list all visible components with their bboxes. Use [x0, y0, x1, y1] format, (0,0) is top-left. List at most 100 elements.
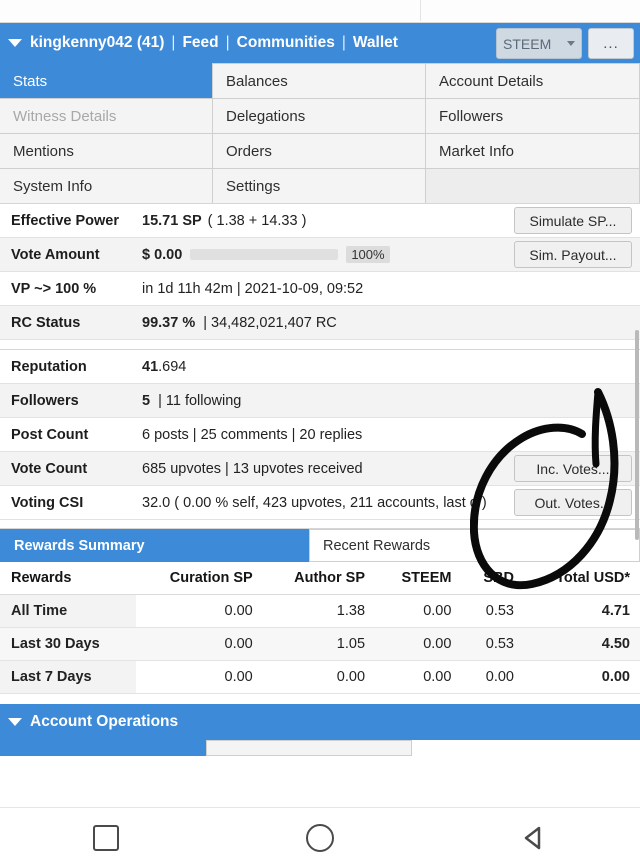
row-effective-power: Effective Power 15.71 SP ( 1.38 + 14.33 … [0, 204, 640, 238]
header-separator-2: | [225, 34, 230, 51]
cell-steem: 0.00 [375, 594, 462, 628]
col-curation-sp: Curation SP [135, 562, 263, 595]
rewards-tabs: Rewards Summary Recent Rewards [0, 528, 640, 562]
rewards-table-head: Rewards Curation SP Author SP STEEM SBD … [0, 562, 640, 595]
row-label: RC Status [11, 314, 81, 331]
tab-stats[interactable]: Stats [0, 63, 213, 99]
row-value: 6 posts | 25 comments | 20 replies [142, 426, 363, 443]
simulate-sp-button[interactable]: Simulate SP... [514, 207, 632, 234]
cell-sbd: 0.00 [461, 660, 524, 694]
cell-curation: 0.00 [135, 594, 263, 628]
incoming-votes-button[interactable]: Inc. Votes... [514, 455, 632, 482]
row-label: Vote Amount [11, 246, 100, 263]
chevron-down-icon [567, 41, 575, 46]
tab-delegations[interactable]: Delegations [212, 98, 426, 134]
cell-steem: 0.00 [375, 660, 462, 694]
tab-account-details[interactable]: Account Details [425, 63, 640, 99]
tab-orders[interactable]: Orders [212, 133, 426, 169]
cell-sbd: 0.53 [461, 627, 524, 661]
reputation-int: 41 [142, 358, 159, 375]
row-value: 41 .694 [142, 359, 640, 375]
table-header-row: Rewards Curation SP Author SP STEEM SBD … [0, 562, 640, 595]
row-label: VP ~> 100 % [11, 280, 97, 297]
tab-followers[interactable]: Followers [425, 98, 640, 134]
tab-mentions[interactable]: Mentions [0, 133, 213, 169]
row-rc-status: RC Status 99.37 % | 34,482,021,407 RC [0, 306, 640, 340]
tab-grid: Stats Balances Account Details Witness D… [0, 63, 640, 204]
account-operations-partial-row [0, 740, 640, 756]
col-steem: STEEM [375, 562, 462, 595]
triangle-back-icon[interactable] [521, 825, 547, 851]
rc-amount: | 34,482,021,407 RC [203, 314, 337, 331]
row-vote-amount: Vote Amount $ 0.00 100% Sim. Payout... [0, 238, 640, 272]
stats-content: Effective Power 15.71 SP ( 1.38 + 14.33 … [0, 203, 640, 756]
row-voting-power: VP ~> 100 % in 1d 11h 42m | 2021-10-09, … [0, 272, 640, 306]
vertical-scrollbar[interactable] [635, 330, 639, 540]
header-separator-1: | [171, 34, 176, 51]
table-row: Last 30 Days 0.00 1.05 0.00 0.53 4.50 [0, 627, 640, 661]
row-label: Followers [11, 392, 79, 409]
sim-payout-button[interactable]: Sim. Payout... [514, 241, 632, 268]
account-operations-title: Account Operations [30, 713, 179, 730]
header-separator-3: | [341, 34, 346, 51]
row-post-count: Post Count 6 posts | 25 comments | 20 re… [0, 418, 640, 452]
reputation-frac: .694 [158, 358, 187, 375]
row-value: in 1d 11h 42m | 2021-10-09, 09:52 [142, 280, 364, 297]
col-author-sp: Author SP [262, 562, 376, 595]
outgoing-votes-button[interactable]: Out. Votes... [514, 489, 632, 516]
ops-cell-active[interactable] [0, 740, 206, 756]
col-total-usd: Total USD* [524, 562, 640, 595]
row-label: Effective Power [11, 212, 119, 229]
tab-rewards-summary[interactable]: Rewards Summary [0, 529, 310, 562]
cell-curation: 0.00 [135, 660, 263, 694]
row-value: 99.37 % | 34,482,021,407 RC [142, 315, 640, 331]
tab-settings[interactable]: Settings [212, 168, 426, 204]
header-nav-wallet[interactable]: Wallet [353, 34, 398, 52]
stats-group-social: Reputation 41 .694 Followers 5 | 11 foll… [0, 350, 640, 520]
ops-cell-secondary[interactable] [206, 740, 412, 756]
row-label: Post Count [11, 426, 89, 443]
table-row: Last 7 Days 0.00 0.00 0.00 0.00 0.00 [0, 660, 640, 694]
rc-percent: 99.37 % [142, 314, 196, 331]
row-label-last-30-days: Last 30 Days [0, 627, 136, 661]
more-menu-button[interactable]: ... [588, 28, 634, 59]
following-count: | 11 following [158, 392, 242, 409]
col-sbd: SBD [461, 562, 524, 595]
header-nav-communities[interactable]: Communities [237, 34, 335, 52]
token-select-value: STEEM [503, 35, 552, 52]
tab-witness-details[interactable]: Witness Details [0, 98, 213, 134]
row-followers: Followers 5 | 11 following [0, 384, 640, 418]
header-nav-feed[interactable]: Feed [182, 34, 218, 52]
ops-cell-date [412, 740, 640, 756]
cell-steem: 0.00 [375, 627, 462, 661]
tab-empty [425, 168, 640, 204]
top-strip-left [0, 0, 421, 21]
account-operations-header[interactable]: Account Operations [0, 704, 640, 740]
tab-market-info[interactable]: Market Info [425, 133, 640, 169]
app-header: kingkenny042 (41) | Feed | Communities |… [0, 23, 640, 63]
row-vote-count: Vote Count 685 upvotes | 13 upvotes rece… [0, 452, 640, 486]
stats-group-power: Effective Power 15.71 SP ( 1.38 + 14.33 … [0, 203, 640, 340]
caret-down-icon [8, 718, 22, 726]
tab-recent-rewards[interactable]: Recent Rewards [309, 529, 640, 562]
token-select[interactable]: STEEM [496, 28, 582, 59]
cell-total: 4.50 [524, 627, 640, 661]
table-row: All Time 0.00 1.38 0.00 0.53 4.71 [0, 594, 640, 628]
app-screen: kingkenny042 (41) | Feed | Communities |… [0, 0, 640, 868]
cell-sbd: 0.53 [461, 594, 524, 628]
circle-icon[interactable] [305, 824, 334, 852]
section-divider [0, 340, 640, 350]
caret-down-icon[interactable] [8, 39, 22, 47]
square-icon[interactable] [93, 825, 120, 851]
cell-author: 1.05 [262, 627, 376, 661]
top-strip-right [421, 0, 640, 21]
tab-system-info[interactable]: System Info [0, 168, 213, 204]
row-label: Reputation [11, 358, 87, 375]
cell-author: 0.00 [262, 660, 376, 694]
vote-amount-progressbar [190, 249, 339, 260]
header-right-controls: STEEM ... [496, 28, 634, 59]
tab-balances[interactable]: Balances [212, 63, 426, 99]
cell-total: 0.00 [524, 660, 640, 694]
rewards-table-body: All Time 0.00 1.38 0.00 0.53 4.71 Last 3… [0, 594, 640, 694]
header-username[interactable]: kingkenny042 (41) [30, 34, 164, 52]
